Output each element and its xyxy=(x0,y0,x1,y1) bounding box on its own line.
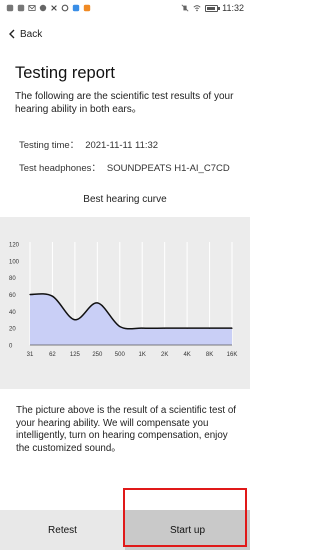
back-label: Back xyxy=(20,28,43,40)
x-tick-label: 125 xyxy=(70,352,81,358)
x-tick-label: 62 xyxy=(49,352,56,358)
headphones-row: Test headphones： SOUNDPEATS H1-AI_C7CD xyxy=(19,160,230,174)
testing-time-label: Testing time： xyxy=(19,140,80,151)
testing-time-value: 2021-11-11 11:32 xyxy=(85,140,159,151)
start-up-button[interactable]: Start up xyxy=(125,510,250,550)
notification-icon xyxy=(17,4,25,12)
silent-icon xyxy=(181,4,189,12)
chart-title: Best hearing curve xyxy=(83,194,167,205)
x-tick-label: 500 xyxy=(115,352,126,358)
close-icon xyxy=(50,4,58,12)
intro-text: The following are the scientific test re… xyxy=(15,91,234,115)
data-point xyxy=(96,302,98,304)
notification-icon xyxy=(39,4,47,12)
y-tick-label: 120 xyxy=(9,243,20,249)
x-tick-label: 250 xyxy=(92,352,103,358)
data-point xyxy=(51,295,54,297)
data-point xyxy=(208,327,211,329)
app-icon xyxy=(83,4,91,12)
data-point xyxy=(186,327,188,329)
page-title: Testing report xyxy=(15,64,115,82)
headphones-value: SOUNDPEATS H1-AI_C7CD xyxy=(106,163,230,174)
x-tick-label: 1K xyxy=(139,352,146,358)
hearing-curve-chart: 0 20 40 60 80 100 120 31 62 125 250 500 1K 2K 4K 8K 16K xyxy=(0,217,250,389)
y-tick-label: 100 xyxy=(9,259,20,265)
data-point xyxy=(231,327,233,329)
x-tick-label: 2K xyxy=(161,352,168,358)
mail-icon xyxy=(28,4,36,12)
x-tick-label: 8K xyxy=(206,352,213,358)
settings-icon xyxy=(61,4,69,12)
wifi-icon xyxy=(193,4,201,12)
status-right: 11:32 xyxy=(181,3,244,13)
battery-icon xyxy=(205,4,221,12)
x-tick-label: 4K xyxy=(183,352,190,358)
status-left-icons xyxy=(6,4,91,12)
chart-svg: 0 20 40 60 80 100 120 31 62 125 250 500 1K 2K 4K 8K 16K xyxy=(9,242,238,358)
testing-time-row: Testing time： 2021-11-11 11:32 xyxy=(19,137,158,151)
retest-button[interactable]: Retest xyxy=(0,510,125,550)
y-tick-label: 20 xyxy=(9,327,16,333)
y-tick-label: 80 xyxy=(9,276,16,282)
y-tick-label: 60 xyxy=(9,293,16,299)
data-point xyxy=(164,327,166,329)
data-point xyxy=(119,325,121,328)
chevron-left-icon xyxy=(9,29,15,39)
status-time: 11:32 xyxy=(222,3,244,13)
app-icon xyxy=(72,4,80,12)
y-tick-label: 40 xyxy=(9,310,16,316)
back-button[interactable]: Back xyxy=(8,26,42,42)
data-point xyxy=(141,327,143,329)
curve-area xyxy=(30,293,232,345)
data-point xyxy=(29,293,31,296)
x-tick-label: 31 xyxy=(27,352,34,358)
data-point xyxy=(74,319,76,321)
headphones-label: Test headphones： xyxy=(19,163,101,174)
notification-icon xyxy=(6,4,14,12)
x-tick-label: 16K xyxy=(227,352,238,358)
status-bar: 11:32 xyxy=(0,0,250,16)
y-tick-label: 0 xyxy=(9,344,13,350)
description-text: The picture above is the result of a sci… xyxy=(16,405,236,454)
bottom-bar: Retest Start up xyxy=(0,510,250,550)
